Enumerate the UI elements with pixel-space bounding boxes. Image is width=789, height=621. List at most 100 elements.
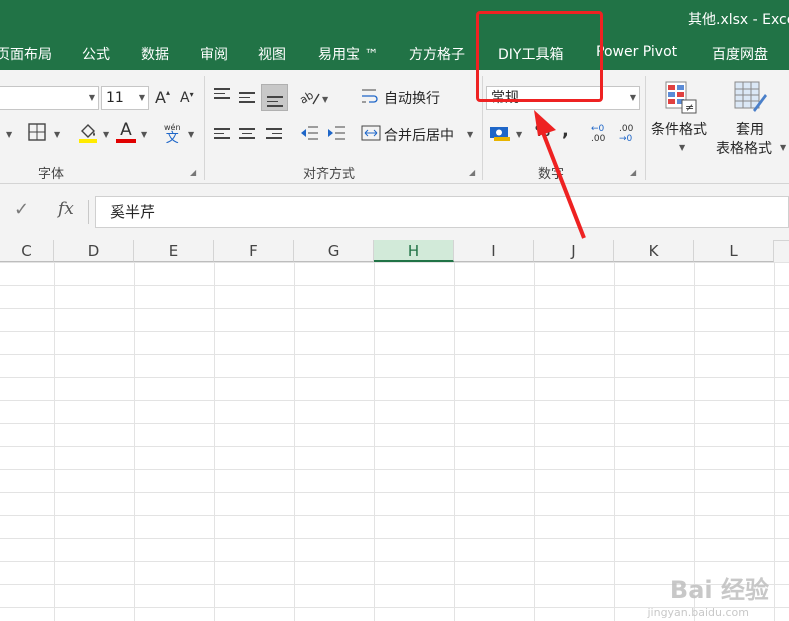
conditional-formatting-icon: ≠ [665, 81, 697, 114]
tab-page-layout[interactable]: 页面布局 [0, 44, 52, 64]
chevron-down-icon: ▼ [138, 93, 145, 102]
borders-button[interactable] [28, 123, 46, 145]
merge-center-icon [361, 125, 381, 141]
font-color-button[interactable]: A [116, 121, 136, 143]
column-header-c[interactable]: C [0, 240, 54, 262]
column-header-k[interactable]: K [614, 240, 694, 262]
currency-icon [490, 127, 510, 141]
accounting-format-button[interactable] [489, 124, 511, 146]
gridline [214, 262, 215, 621]
decrease-indent-button[interactable] [299, 124, 319, 146]
insert-function-icon[interactable]: fx [58, 199, 74, 219]
tab-review[interactable]: 审阅 [200, 44, 228, 64]
column-header-l[interactable]: L [694, 240, 774, 262]
column-header-g[interactable]: G [294, 240, 374, 262]
tab-data[interactable]: 数据 [141, 44, 169, 64]
group-divider [204, 76, 205, 180]
orientation-dropdown-icon[interactable]: ▼ [322, 95, 328, 104]
excel-window: 其他.xlsx - Exce 页面布局 公式 数据 审阅 视图 易用宝 ™ 方方… [0, 0, 789, 621]
enter-check-icon[interactable]: ✓ [14, 199, 29, 220]
shrink-font-icon: A [180, 90, 190, 106]
baidu-watermark-url: jingyan.baidu.com [647, 606, 749, 619]
gridline [54, 262, 55, 621]
align-center-icon[interactable] [239, 128, 255, 140]
column-header-f[interactable]: F [214, 240, 294, 262]
gridline [454, 262, 455, 621]
baidu-watermark: Bai 经验 [669, 576, 769, 604]
fill-color-button[interactable] [77, 121, 99, 147]
ribbon: ▼ 11 ▼ A▴ A▾ ▼ ▼ ▼ A ▼ wén 文 ▼ 字体 ◢ ab ▼… [0, 70, 789, 184]
gridline [614, 262, 615, 621]
underline-dropdown-icon[interactable]: ▼ [6, 130, 12, 139]
chevron-down-icon: ▼ [629, 93, 636, 102]
title-bar: 其他.xlsx - Exce 页面布局 公式 数据 审阅 视图 易用宝 ™ 方方… [0, 0, 789, 70]
wrap-text-button[interactable] [361, 87, 379, 109]
group-label-font: 字体 [38, 167, 65, 182]
fill-color-dropdown-icon[interactable]: ▼ [103, 130, 109, 139]
annotation-arrow-icon [534, 110, 586, 239]
middle-align-icon[interactable] [239, 92, 255, 104]
wrap-text-label: 自动换行 [384, 91, 440, 107]
phonetic-guide-button[interactable]: wén 文 [164, 122, 181, 145]
align-left-icon[interactable] [214, 128, 230, 140]
format-as-table-label-line1[interactable]: 套用 [736, 119, 764, 139]
decrease-decimal-button[interactable]: .00 →0 [619, 124, 633, 144]
formula-input[interactable]: 奚半芹 [95, 196, 789, 228]
decrease-decimal-text: .00 [619, 124, 634, 134]
svg-text:≠: ≠ [685, 101, 694, 114]
font-color-dropdown-icon[interactable]: ▼ [141, 130, 147, 139]
annotation-highlight-box [476, 11, 603, 102]
borders-dropdown-icon[interactable]: ▼ [54, 130, 60, 139]
text-orientation-icon: ab [297, 89, 320, 107]
conditional-formatting-button[interactable]: 条件格式 [651, 119, 707, 139]
font-name-dropdown[interactable]: ▼ [0, 86, 99, 110]
bottom-align-button-active[interactable] [261, 84, 288, 111]
shrink-font-button[interactable]: A▾ [180, 90, 194, 106]
tab-fangfang-grid[interactable]: 方方格子 [409, 44, 465, 64]
conditional-formatting-dropdown-icon[interactable]: ▼ [679, 143, 685, 152]
increase-indent-button[interactable] [326, 124, 346, 146]
format-as-table-icon [734, 81, 767, 112]
align-right-icon[interactable] [266, 128, 282, 140]
format-as-table-label-line2[interactable]: 表格格式 [716, 138, 772, 158]
group-divider [645, 76, 646, 180]
font-dialog-launcher-icon[interactable]: ◢ [190, 168, 196, 177]
top-align-icon[interactable] [214, 88, 230, 100]
cell-grid[interactable] [0, 262, 789, 621]
font-size-dropdown[interactable]: 11 ▼ [101, 86, 149, 110]
tab-power-pivot[interactable]: Power Pivot [596, 44, 677, 60]
tab-baidu-netdisk[interactable]: 百度网盘 [712, 44, 768, 64]
gridline [694, 262, 695, 621]
tab-view[interactable]: 视图 [258, 44, 286, 64]
font-color-icon: A [120, 120, 132, 140]
merge-center-label: 合并后居中 [384, 128, 454, 144]
merge-center-button[interactable] [361, 124, 381, 146]
tab-formulas[interactable]: 公式 [82, 44, 110, 64]
paint-bucket-icon [79, 124, 97, 143]
gridline [774, 262, 775, 621]
number-dialog-launcher-icon[interactable]: ◢ [630, 168, 636, 177]
gridline [534, 262, 535, 621]
gridline [294, 262, 295, 621]
alignment-dialog-launcher-icon[interactable]: ◢ [469, 168, 475, 177]
format-as-table-dropdown-icon[interactable]: ▼ [780, 143, 786, 152]
column-header-d[interactable]: D [54, 240, 134, 262]
column-header-e[interactable]: E [134, 240, 214, 262]
decrease-decimal-icon: →0 [619, 134, 633, 144]
orientation-button[interactable]: ab [297, 88, 321, 110]
decrease-indent-icon [301, 126, 318, 140]
column-header-h-selected[interactable]: H [374, 240, 454, 262]
wrap-text-icon [362, 89, 378, 103]
grow-font-icon: A [155, 88, 166, 107]
grow-font-button[interactable]: A▴ [155, 88, 170, 107]
merge-dropdown-icon[interactable]: ▼ [467, 130, 473, 139]
phonetic-dropdown-icon[interactable]: ▼ [188, 130, 194, 139]
bottom-align-icon [267, 96, 283, 108]
chevron-down-icon: ▼ [88, 93, 95, 102]
window-title: 其他.xlsx - Exce [688, 12, 789, 28]
group-label-alignment: 对齐方式 [303, 167, 356, 182]
formula-bar-divider [88, 200, 89, 224]
gridline [374, 262, 375, 621]
tab-easy-treasure[interactable]: 易用宝 ™ [318, 44, 378, 64]
borders-icon [28, 123, 46, 141]
